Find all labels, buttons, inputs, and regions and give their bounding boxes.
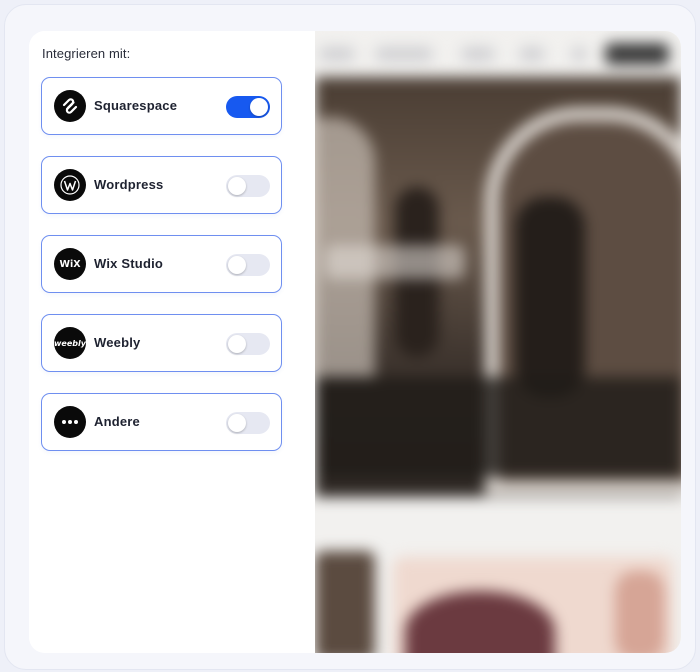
integration-item-wix-studio[interactable]: WiX Wix Studio	[41, 235, 282, 293]
integration-item-squarespace[interactable]: Squarespace	[41, 77, 282, 135]
toggle-wordpress[interactable]	[226, 175, 270, 197]
toggle-wix-studio[interactable]	[226, 254, 270, 276]
integration-item-weebly[interactable]: weebly Weebly	[41, 314, 282, 372]
integration-item-wordpress[interactable]: Wordpress	[41, 156, 282, 214]
integration-item-andere[interactable]: Andere	[41, 393, 282, 451]
wix-logo-text: WiX	[59, 258, 81, 270]
toggle-andere[interactable]	[226, 412, 270, 434]
toggle-knob	[228, 414, 246, 432]
integration-label: Andere	[94, 414, 140, 429]
weebly-logo-icon: weebly	[54, 327, 86, 359]
more-dots-icon	[54, 406, 86, 438]
integration-label: Wix Studio	[94, 256, 164, 271]
toggle-weebly[interactable]	[226, 333, 270, 355]
squarespace-logo-icon	[54, 90, 86, 122]
toggle-squarespace[interactable]	[226, 96, 270, 118]
website-preview-image	[315, 31, 681, 653]
integrations-panel: Integrieren mit: Squarespace Wordpress W…	[29, 31, 315, 653]
app-frame: Integrieren mit: Squarespace Wordpress W…	[4, 4, 696, 670]
toggle-knob	[228, 177, 246, 195]
toggle-knob	[250, 98, 268, 116]
integration-label: Wordpress	[94, 177, 164, 192]
toggle-knob	[228, 335, 246, 353]
integration-label: Weebly	[94, 335, 141, 350]
wix-logo-icon: WiX	[54, 248, 86, 280]
panel-title: Integrieren mit:	[42, 46, 131, 61]
weebly-logo-text: weebly	[54, 338, 86, 348]
wordpress-logo-icon	[54, 169, 86, 201]
toggle-knob	[228, 256, 246, 274]
integration-card: Integrieren mit: Squarespace Wordpress W…	[29, 31, 681, 653]
integration-label: Squarespace	[94, 98, 178, 113]
